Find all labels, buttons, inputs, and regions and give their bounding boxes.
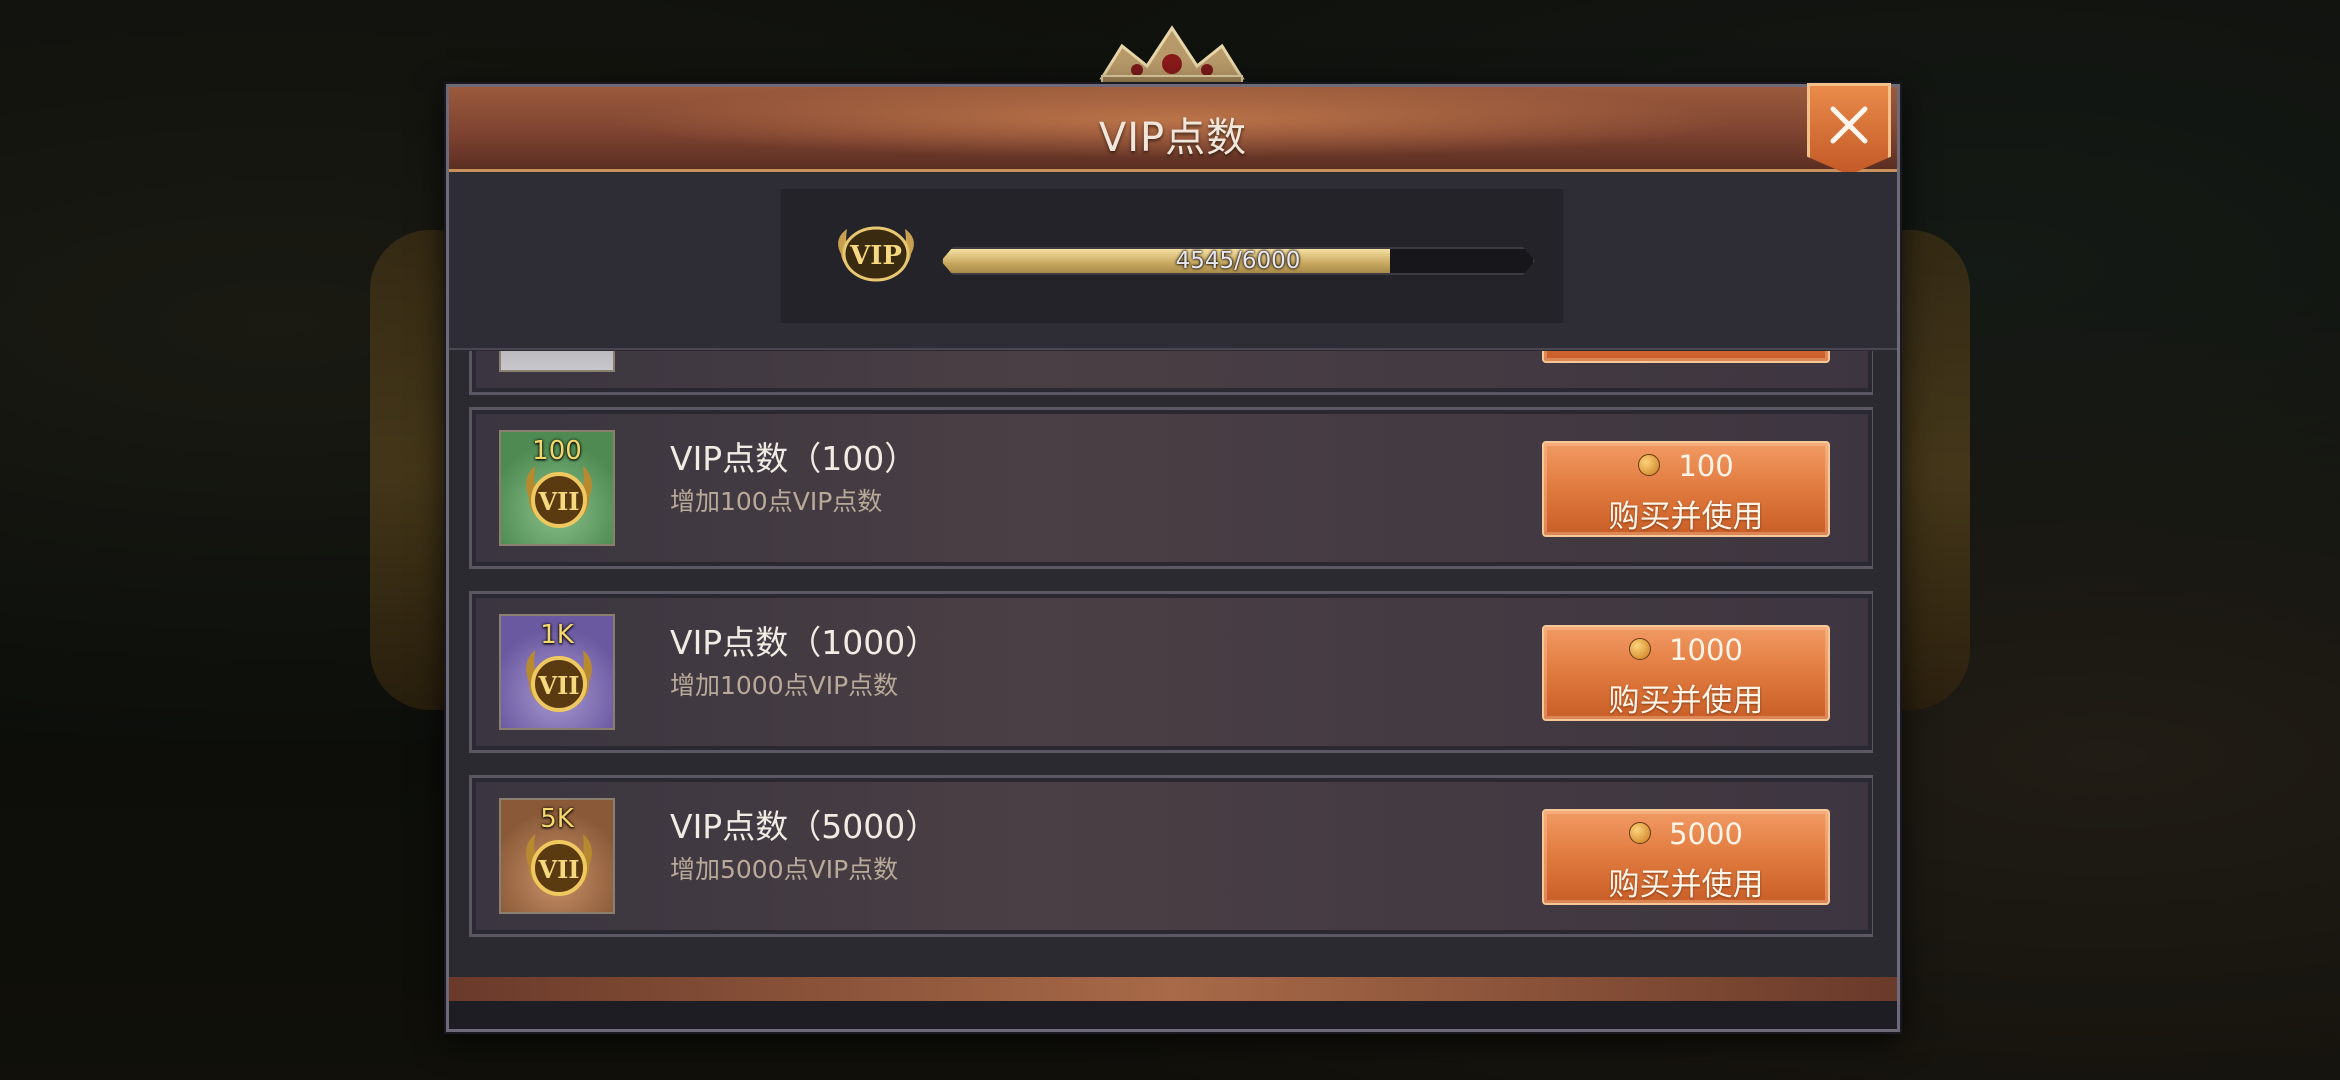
vip-medal-icon: VII (526, 834, 592, 896)
vip-progress-panel: VIP 4545/6000 (449, 172, 1897, 350)
svg-text:VII: VII (537, 487, 579, 516)
vip-badge-icon: VIP (838, 226, 914, 282)
item-description: 增加5000点VIP点数 (670, 855, 899, 884)
item-name: VIP点数（5000） (670, 807, 939, 846)
list-item: 1K VII VIP点数（1000） 增加1000点VIP点数 1000 购买并… (469, 591, 1873, 753)
buy-button-partial[interactable] (1542, 351, 1830, 363)
vip-progress-bar: 4545/6000 (941, 247, 1535, 275)
gem-coin-icon (1638, 454, 1661, 476)
item-price: 100 (1678, 449, 1734, 483)
svg-text:VII: VII (537, 855, 579, 884)
gem-coin-icon (1629, 822, 1652, 844)
list-item: 5K VII VIP点数（5000） 增加5000点VIP点数 5000 购买并… (469, 775, 1873, 937)
item-name: VIP点数（1000） (670, 623, 939, 662)
dialog-footer-ornament (449, 977, 1897, 1001)
dialog-header: VIP点数 (449, 83, 1897, 175)
vip-progress-text: 4545/6000 (1175, 248, 1301, 274)
buy-button-label: 购买并使用 (1608, 499, 1764, 535)
svg-text:VIP: VIP (849, 241, 902, 271)
svg-text:VII: VII (537, 671, 579, 700)
vip-medal-icon: VII (526, 650, 592, 712)
buy-and-use-button-5000[interactable]: 5000 购买并使用 (1542, 809, 1830, 905)
close-x-icon (1830, 106, 1868, 144)
vip-progress-box: VIP 4545/6000 (781, 189, 1563, 323)
vip-medal-icon: VII (526, 466, 592, 528)
item-icon: 1K VII (499, 614, 615, 730)
list-item: 100 VII VIP点数（100） 增加100点VIP点数 100 购买并使用 (469, 407, 1873, 569)
item-description: 增加100点VIP点数 (670, 487, 883, 516)
close-button[interactable] (1807, 83, 1891, 175)
dialog-title: VIP点数 (1098, 115, 1248, 161)
buy-button-label: 购买并使用 (1608, 867, 1764, 903)
dialog-footer (449, 1001, 1897, 1029)
item-description: 增加1000点VIP点数 (670, 671, 899, 700)
vip-points-dialog: VIP点数 VIP 4545/6000 100 VII VIP点数（100） 增… (446, 83, 1900, 1032)
item-price: 1000 (1669, 633, 1743, 667)
buy-and-use-button-1000[interactable]: 1000 购买并使用 (1542, 625, 1830, 721)
buy-and-use-button-100[interactable]: 100 购买并使用 (1542, 441, 1830, 537)
gem-coin-icon (1629, 638, 1652, 660)
item-icon (499, 351, 615, 372)
vip-item-list[interactable]: 100 VII VIP点数（100） 增加100点VIP点数 100 购买并使用… (469, 351, 1873, 1043)
list-item-partial (469, 351, 1873, 395)
item-icon: 100 VII (499, 430, 615, 546)
buy-button-label: 购买并使用 (1608, 683, 1764, 719)
item-price: 5000 (1669, 817, 1743, 851)
item-name: VIP点数（100） (670, 439, 918, 478)
item-icon: 5K VII (499, 798, 615, 914)
